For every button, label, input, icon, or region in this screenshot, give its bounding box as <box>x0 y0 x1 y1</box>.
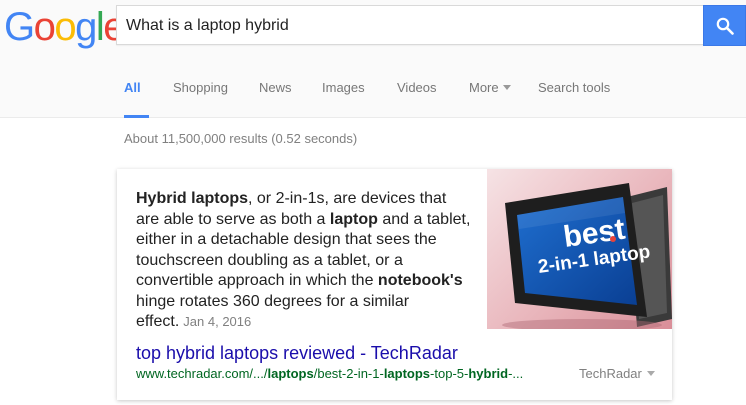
logo-letter: G <box>4 5 35 49</box>
tab-search-tools[interactable]: Search tools <box>538 80 610 118</box>
tab-label: All <box>124 80 141 95</box>
snippet-span: hinge rotates 360 degrees for a similar … <box>136 292 410 331</box>
url-bold: laptops <box>267 366 314 381</box>
tab-images[interactable]: Images <box>322 80 365 118</box>
header: Google What is a laptop hybrid All Shopp… <box>0 0 746 118</box>
url-span: -... <box>508 366 524 381</box>
tab-label: Videos <box>397 80 437 95</box>
chevron-down-icon <box>502 85 511 90</box>
tab-label: Search tools <box>538 80 611 95</box>
tab-all[interactable]: All <box>124 80 149 118</box>
search-icon <box>716 17 734 35</box>
result-stats: About 11,500,000 results (0.52 seconds) <box>124 131 358 146</box>
search-input[interactable]: What is a laptop hybrid <box>116 5 704 45</box>
featured-snippet-card: Hybrid laptops, or 2-in-1s, are devices … <box>117 169 672 400</box>
result-source-menu[interactable]: TechRadar <box>579 366 655 381</box>
logo-letter: o <box>54 5 76 49</box>
search-tabs: All Shopping News Images Videos More Sea… <box>0 56 746 118</box>
tab-label: Images <box>322 80 365 95</box>
logo-letter: g <box>75 5 97 49</box>
chevron-down-icon <box>646 371 655 376</box>
tab-label: News <box>259 80 292 95</box>
tab-label: More <box>469 80 499 95</box>
logo-letter: o <box>33 5 56 49</box>
snippet-text: Hybrid laptops, or 2-in-1s, are devices … <box>136 189 471 333</box>
url-bold: laptops <box>383 366 431 381</box>
snippet-bold: notebook's <box>377 272 463 289</box>
result-url: www.techradar.com/.../laptops/best-2-in-… <box>136 366 523 381</box>
google-logo[interactable]: Google <box>4 5 125 49</box>
snippet-bold: laptop <box>329 210 378 228</box>
url-span: -top-5- <box>430 366 469 381</box>
url-span: /best-2-in-1- <box>313 366 384 381</box>
tab-label: Shopping <box>173 80 228 95</box>
tab-more[interactable]: More <box>469 80 511 118</box>
result-title-link[interactable]: top hybrid laptops reviewed - TechRadar <box>136 343 458 364</box>
tab-shopping[interactable]: Shopping <box>173 80 228 118</box>
search-button[interactable] <box>703 5 746 46</box>
laptop-image: best 2-in-1 laptop <box>502 183 672 329</box>
url-span: www.techradar.com/.../ <box>136 366 268 381</box>
snippet-bold: Hybrid laptops <box>136 190 249 207</box>
source-label: TechRadar <box>579 366 642 381</box>
logo-letter: l <box>95 5 105 49</box>
tab-videos[interactable]: Videos <box>397 80 437 118</box>
url-bold: hybrid <box>468 366 509 381</box>
snippet-date: Jan 4, 2016 <box>183 314 252 329</box>
snippet-thumbnail[interactable]: best 2-in-1 laptop <box>487 169 672 329</box>
tab-news[interactable]: News <box>259 80 292 118</box>
